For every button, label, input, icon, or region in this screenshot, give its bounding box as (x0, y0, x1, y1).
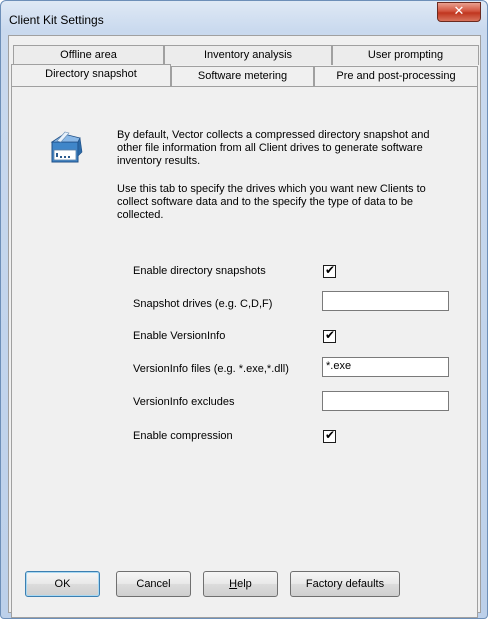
tab-label: Pre and post-processing (336, 70, 456, 82)
versioninfo-excludes-label: VersionInfo excludes (133, 396, 235, 408)
check-icon: ✔ (325, 328, 336, 342)
enable-versioninfo-checkbox[interactable]: ✔ (323, 328, 336, 343)
tab-label: Offline area (60, 49, 117, 61)
dialog-window: Client Kit Settings ✕ Offline area Inven… (0, 0, 488, 619)
tab-inventory-analysis[interactable]: Inventory analysis (164, 45, 332, 65)
ok-button[interactable]: OK (25, 571, 100, 597)
help-mnemonic: H (229, 578, 238, 590)
enable-compression-checkbox[interactable]: ✔ (323, 428, 336, 443)
tab-label: Directory snapshot (45, 68, 137, 80)
check-icon: ✔ (325, 263, 336, 277)
description-paragraph-1: By default, Vector collects a compressed… (117, 129, 430, 167)
dialog-client-area: Offline area Inventory analysis User pro… (8, 35, 481, 618)
installer-box-icon (49, 130, 83, 164)
tab-directory-snapshot[interactable]: Directory snapshot (11, 64, 171, 86)
close-icon: ✕ (453, 4, 465, 19)
close-button[interactable]: ✕ (437, 2, 481, 22)
window-title: Client Kit Settings (9, 13, 104, 27)
tab-label: User prompting (367, 49, 444, 61)
tab-user-prompting[interactable]: User prompting (332, 45, 479, 65)
factory-defaults-button[interactable]: Factory defaults (290, 571, 400, 597)
tab-label: Software metering (197, 70, 288, 82)
description-paragraph-2: Use this tab to specify the drives which… (117, 183, 426, 221)
tab-pre-post-processing[interactable]: Pre and post-processing (314, 66, 478, 86)
enable-versioninfo-label: Enable VersionInfo (133, 330, 226, 342)
help-label-rest: elp (237, 578, 252, 590)
title-bar[interactable]: Client Kit Settings ✕ (1, 1, 487, 35)
versioninfo-files-field[interactable]: *.exe (322, 357, 449, 377)
tab-offline-area[interactable]: Offline area (13, 45, 164, 65)
enable-snapshots-label: Enable directory snapshots (133, 265, 266, 277)
cancel-button[interactable]: Cancel (116, 571, 191, 597)
enable-compression-label: Enable compression (133, 430, 233, 442)
check-icon: ✔ (325, 428, 336, 442)
versioninfo-excludes-field[interactable] (322, 391, 449, 411)
help-button[interactable]: Help (203, 571, 278, 597)
snapshot-drives-field[interactable] (322, 291, 449, 311)
enable-snapshots-checkbox[interactable]: ✔ (323, 263, 336, 278)
tab-software-metering[interactable]: Software metering (171, 66, 314, 86)
tab-label: Inventory analysis (203, 49, 293, 61)
versioninfo-files-label: VersionInfo files (e.g. *.exe,*.dll) (133, 363, 289, 375)
snapshot-drives-label: Snapshot drives (e.g. C,D,F) (133, 298, 273, 310)
